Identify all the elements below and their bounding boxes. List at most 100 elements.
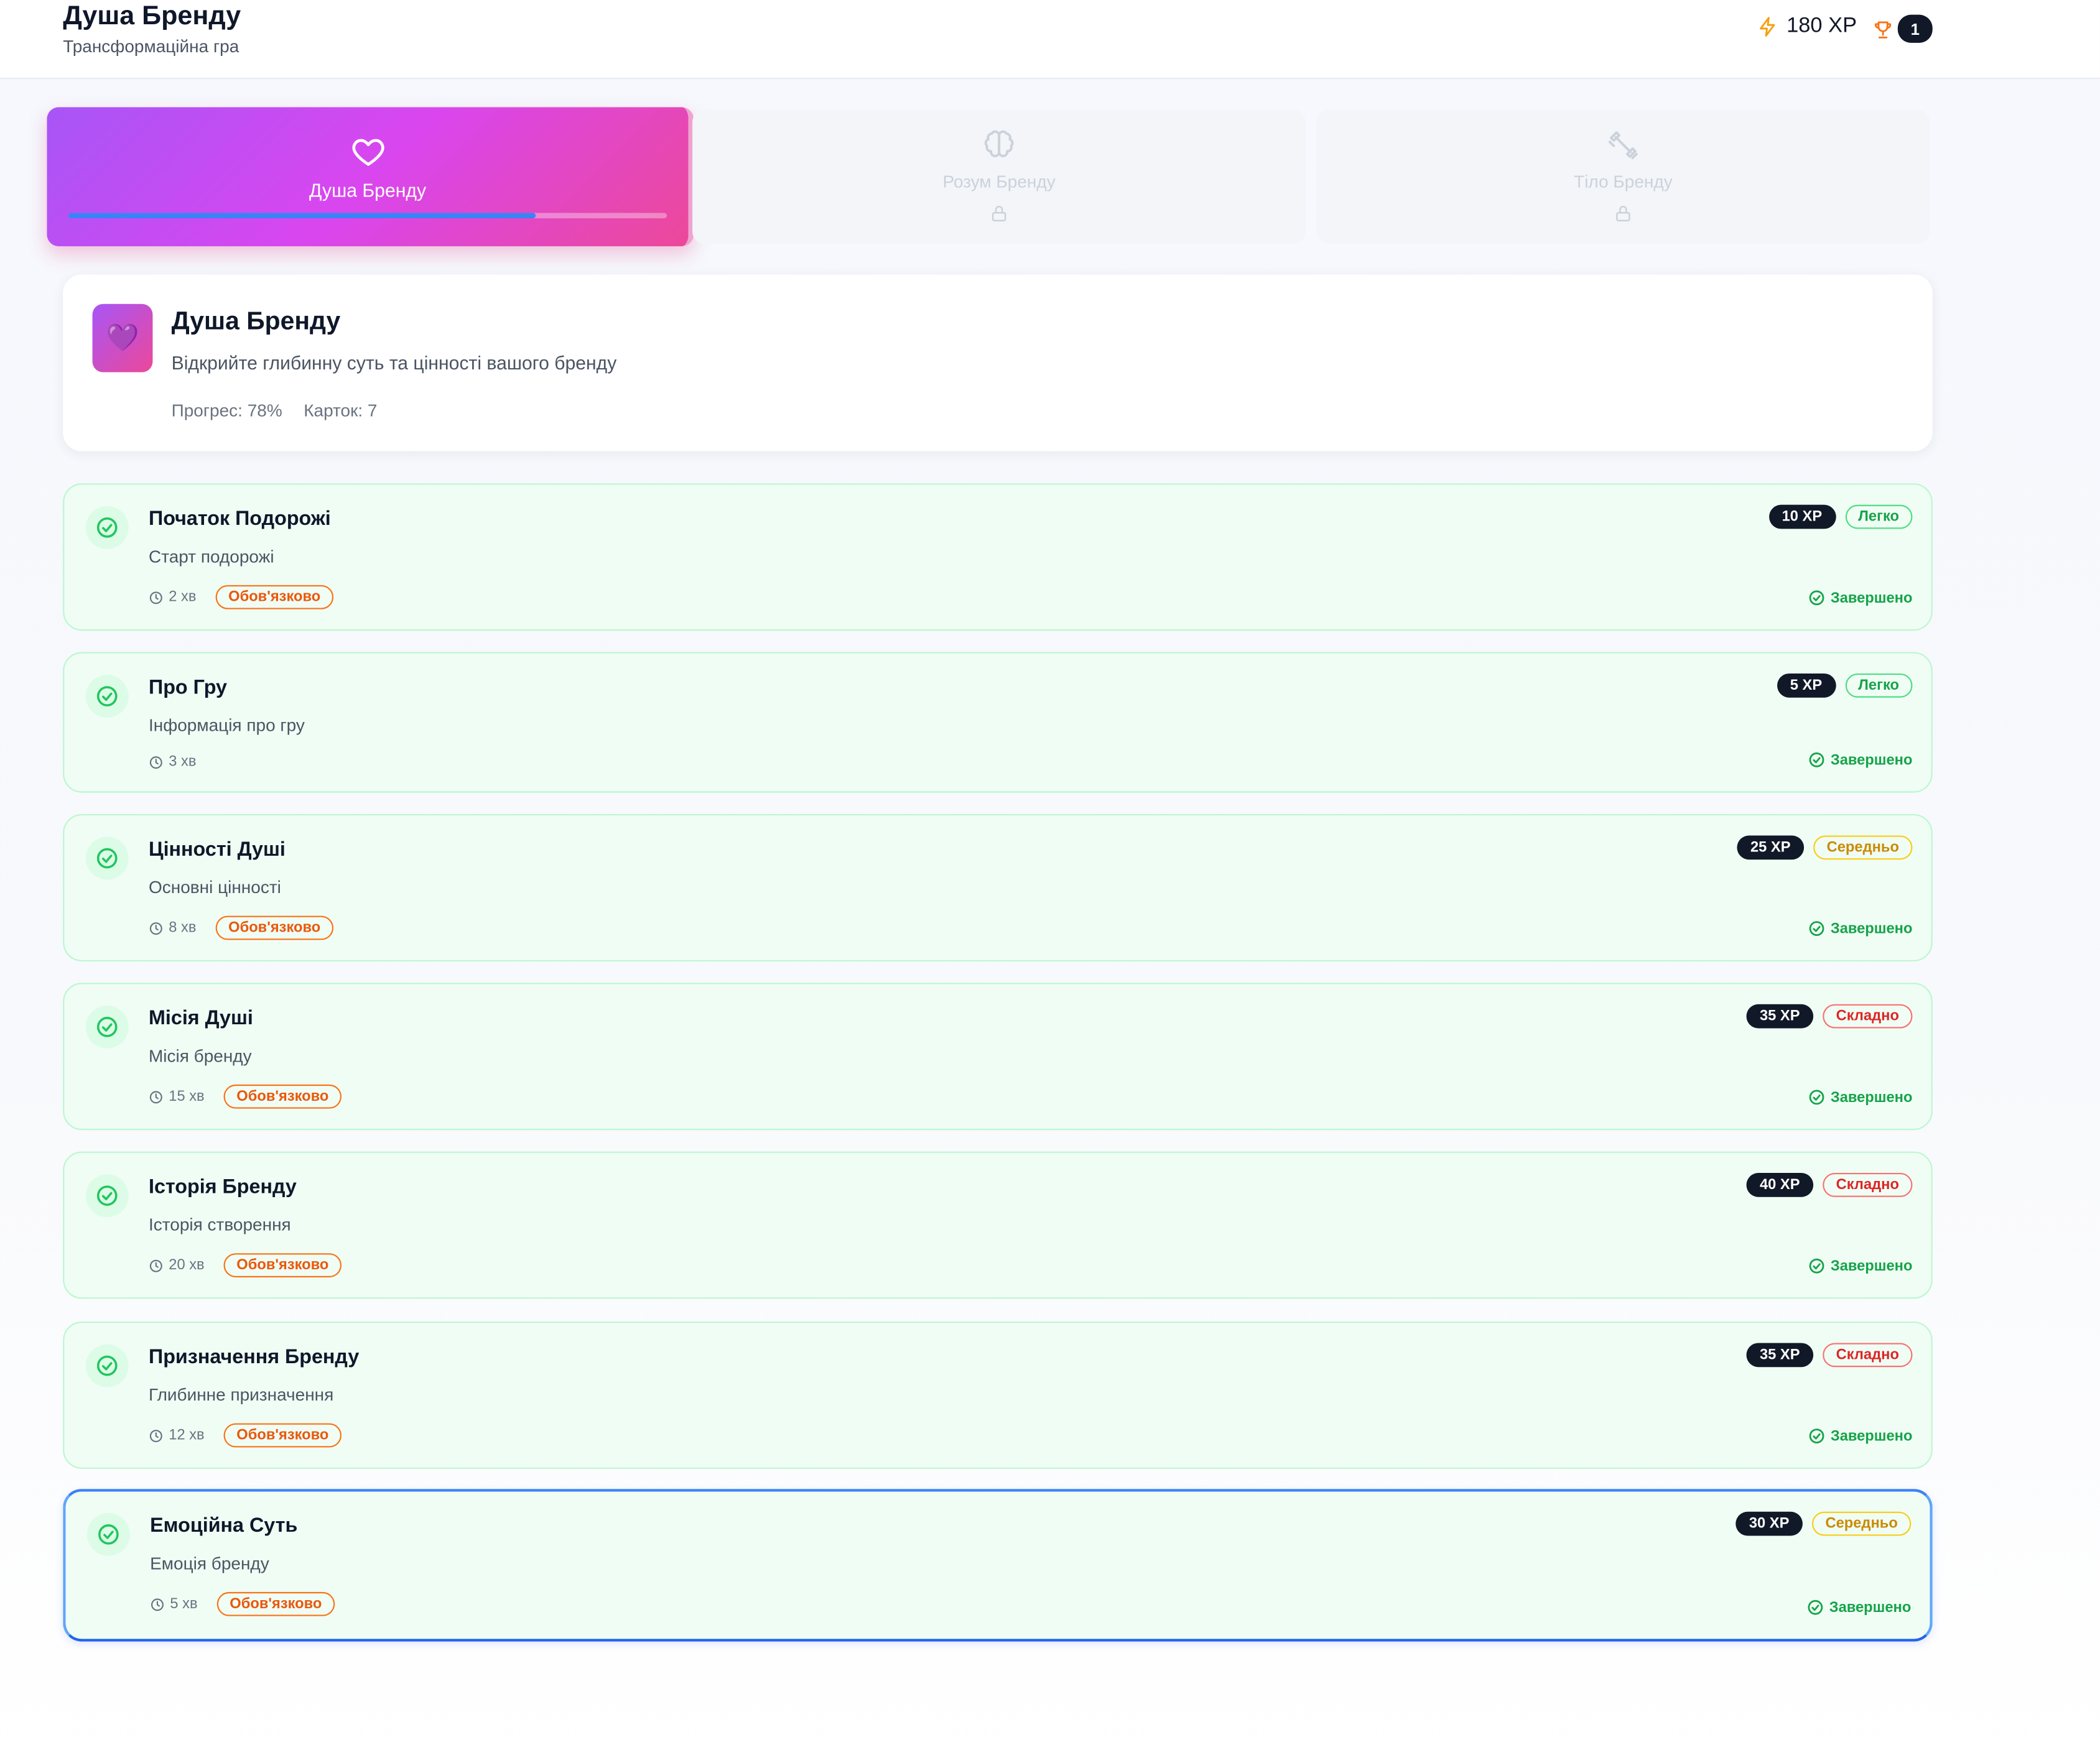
task-meta: 12 хв Обов'язково [149, 1423, 342, 1448]
section-description: Відкрийте глибинну суть та цінності вашо… [171, 352, 617, 374]
clock-icon [149, 1089, 164, 1104]
task-duration-text: 8 хв [169, 920, 197, 936]
mandatory-badge: Обов'язково [215, 915, 334, 940]
task-title: Призначення Бренду [148, 1345, 360, 1369]
completed-status: Завершено [1806, 1599, 1911, 1616]
top-header: Душа Бренду Трансформаційна гра 180 XP 1 [0, 0, 2100, 80]
xp-badge: 30 XP [1735, 1511, 1803, 1536]
task-duration-text: 15 хв [169, 1088, 205, 1105]
task-meta: 5 хв Обов'язково [150, 1591, 335, 1616]
xp-badge: 10 XP [1768, 504, 1836, 529]
task-badges: 5 XP Легко [1777, 673, 1913, 698]
task-subtitle: Історія створення [148, 1214, 291, 1235]
task-badges: 40 XP Складно [1746, 1173, 1913, 1197]
difficulty-badge: Легко [1844, 673, 1913, 698]
tab-soul[interactable]: Душа Бренду [47, 107, 694, 247]
completed-status-text: Завершено [1830, 1428, 1913, 1445]
xp-badge: 40 XP [1746, 1173, 1814, 1197]
difficulty-badge: Середньо [1813, 835, 1913, 860]
task-duration-text: 5 хв [170, 1596, 198, 1613]
task-duration: 15 хв [149, 1088, 205, 1104]
dumbbell-icon [1608, 131, 1638, 159]
check-circle-icon [86, 1512, 130, 1556]
brain-icon [984, 130, 1014, 157]
difficulty-badge: Складно [1823, 1004, 1913, 1029]
xp-badge: 35 XP [1746, 1343, 1814, 1368]
check-circle-icon [85, 506, 129, 549]
section-card-count: Карток: 7 [304, 400, 378, 421]
difficulty-badge: Складно [1823, 1343, 1913, 1368]
clock-icon [149, 1258, 164, 1273]
tab-mind[interactable]: Розум Бренду [692, 109, 1306, 244]
check-circle-icon [1808, 1088, 1825, 1106]
xp-badge: 5 XP [1777, 673, 1836, 698]
difficulty-badge: Складно [1823, 1173, 1913, 1197]
completed-status: Завершено [1808, 589, 1912, 606]
task-duration-text: 3 хв [169, 754, 197, 770]
check-circle-icon [1808, 751, 1825, 769]
task-card[interactable]: Призначення Бренду Глибинне призначення 12… [63, 1322, 1933, 1469]
check-circle-icon [1808, 589, 1825, 606]
tab-mind-label: Розум Бренду [942, 171, 1056, 192]
tab-soul-label: Душа Бренду [309, 179, 427, 201]
task-badges: 25 XP Середньо [1737, 835, 1913, 860]
section-progress: Прогрес: 78% [171, 400, 282, 421]
task-subtitle: Місія бренду [148, 1045, 252, 1066]
check-circle-icon [85, 836, 129, 880]
xp-badge: 35 XP [1746, 1004, 1814, 1029]
check-circle-icon [85, 675, 129, 718]
trophy-counter[interactable]: 1 [1872, 14, 1933, 43]
completed-status-text: Завершено [1830, 1257, 1913, 1274]
completed-status-text: Завершено [1830, 590, 1913, 606]
clock-icon [149, 590, 164, 604]
task-title: Історія Бренду [148, 1175, 297, 1198]
task-duration-text: 20 хв [169, 1257, 205, 1274]
check-circle-icon [85, 1344, 129, 1387]
check-circle-icon [1808, 1257, 1825, 1275]
task-card[interactable]: Цінності Душі Основні цінності 8 хв Обов'яз… [63, 814, 1933, 961]
task-card[interactable]: Історія Бренду Історія створення 20 хв Обов… [63, 1151, 1933, 1299]
clock-icon [149, 1428, 164, 1443]
completed-status-text: Завершено [1830, 920, 1913, 937]
task-duration: 3 хв [149, 754, 196, 770]
task-subtitle: Емоція бренду [150, 1553, 269, 1573]
task-meta: 3 хв [149, 754, 196, 770]
completed-status: Завершено [1808, 1257, 1912, 1275]
task-card[interactable]: Емоційна Суть Емоція бренду 5 хв Обов'язков… [63, 1489, 1933, 1642]
task-title: Початок Подорожі [148, 507, 331, 530]
task-duration: 5 хв [150, 1596, 198, 1613]
completed-status: Завершено [1808, 1427, 1912, 1445]
tab-body[interactable]: Тіло Бренду [1316, 109, 1930, 244]
app-title: Душа Бренду [63, 1, 241, 31]
trophy-icon [1874, 21, 1892, 38]
completed-status: Завершено [1808, 1088, 1912, 1106]
task-title: Цінності Душі [148, 838, 286, 861]
tab-soul-progress-fill [68, 213, 536, 218]
task-card[interactable]: Про Гру Інформація про гру 3 хв 5 XP Легко За… [63, 652, 1933, 793]
task-card[interactable]: Початок Подорожі Старт подорожі 2 хв Обов'я… [63, 483, 1933, 631]
completed-status-text: Завершено [1830, 1089, 1913, 1106]
purple-heart-icon: 💜 [92, 303, 153, 373]
task-meta: 15 хв Обов'язково [149, 1084, 342, 1109]
mandatory-badge: Обов'язково [223, 1423, 342, 1448]
difficulty-badge: Середньо [1811, 1511, 1912, 1536]
task-title: Місія Душі [148, 1007, 253, 1030]
task-meta: 2 хв Обов'язково [149, 585, 334, 609]
lock-icon [1616, 205, 1630, 221]
task-card[interactable]: Місія Душі Місія бренду 15 хв Обов'язково 35… [63, 983, 1933, 1131]
app-subtitle: Трансформаційна гра [63, 36, 239, 57]
task-duration: 8 хв [149, 920, 196, 936]
task-meta: 20 хв Обов'язково [149, 1253, 342, 1277]
task-badges: 10 XP Легко [1768, 504, 1913, 529]
check-circle-icon [85, 1174, 129, 1218]
section-summary-card: 💜 Душа Бренду Відкрийте глибинну суть та… [63, 274, 1933, 451]
difficulty-badge: Легко [1844, 504, 1913, 529]
task-duration-text: 12 хв [169, 1427, 205, 1443]
task-duration-text: 2 хв [169, 589, 197, 606]
trophy-count-badge: 1 [1897, 14, 1933, 43]
completed-status: Завершено [1808, 751, 1912, 769]
xp-badge: 25 XP [1737, 835, 1805, 860]
task-badges: 35 XP Складно [1746, 1004, 1913, 1029]
lock-icon [992, 205, 1006, 221]
task-title: Емоційна Суть [150, 1514, 298, 1537]
